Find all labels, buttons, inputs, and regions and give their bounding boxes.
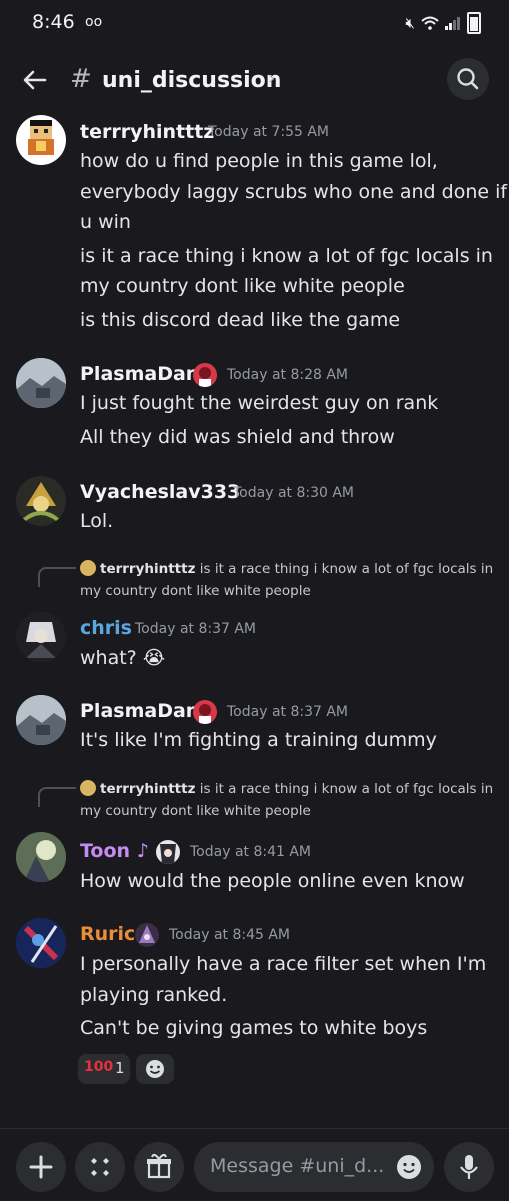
microphone-icon [460,1155,478,1179]
reply-avatar [80,780,96,796]
message-text: playing ranked. [80,984,228,1006]
avatar[interactable] [16,612,66,662]
reply-preview[interactable]: terrryhintttz is it a race thing i know … [80,558,493,602]
timestamp: Today at 8:37 AM [135,621,257,637]
reply-text: my country dont like white people [80,803,311,819]
status-icons: 🔇︎ [406,12,481,34]
author-name-text: Toon [80,840,131,862]
reply-text: is it a race thing i know a lot of fgc l… [199,781,494,797]
battery-icon [467,12,481,34]
wifi-icon [421,16,439,30]
timestamp: Today at 7:55 AM [208,124,330,140]
avatar[interactable] [16,358,66,408]
reaction-count: 1 [115,1059,125,1077]
message-text-content: what? [80,647,137,669]
timestamp: Today at 8:28 AM [227,367,349,383]
mute-icon: 🔇︎ [405,14,415,32]
status-bar: 8:46 oo 🔇︎ [0,0,509,48]
role-icon [135,923,159,947]
message-text: I personally have a race filter set when… [80,953,487,975]
reply-author: terrryhintttz [100,781,196,797]
composer: Message #uni_d... [0,1128,509,1201]
avatar[interactable] [16,695,66,745]
reply-spine [38,787,76,807]
avatar[interactable] [16,918,66,968]
avatar[interactable] [16,832,66,882]
message-text: is this discord dead like the game [80,309,401,331]
avatar[interactable] [16,476,66,526]
message-text: All they did was shield and throw [80,426,395,448]
message-text: I just fought the weirdest guy on rank [80,392,439,414]
gift-icon [147,1153,171,1179]
apps-icon [91,1158,109,1176]
reply-avatar [80,560,96,576]
timestamp: Today at 8:30 AM [233,485,355,501]
role-icon [156,840,180,864]
reply-author: terrryhintttz [100,561,196,577]
voice-button[interactable] [444,1142,494,1192]
message-input[interactable]: Message #uni_d... [194,1142,434,1192]
plus-button[interactable] [16,1142,66,1192]
reply-preview[interactable]: terrryhintttz is it a race thing i know … [80,778,493,822]
search-icon [457,68,479,90]
add-reaction-button[interactable] [136,1054,174,1084]
reply-spine [38,567,76,587]
message-text: how do u find people in this game lol, [80,150,438,172]
back-arrow-icon[interactable] [18,63,52,97]
message-text: u win [80,211,131,233]
message-text: Can't be giving games to white boys [80,1017,428,1039]
music-note-suffix: ♪ [136,840,149,862]
emoji-icon[interactable] [396,1154,422,1180]
message-text: everybody laggy scrubs who one and done … [80,181,508,203]
add-reaction-icon [146,1060,164,1078]
author-name[interactable]: Toon ♪ [80,840,149,862]
reaction-hundred[interactable]: 100 1 [78,1054,130,1084]
message-text: my country dont like white people [80,275,405,297]
message-text: what? 😭 [80,647,165,669]
author-name[interactable]: Vyacheslav333 [80,481,240,503]
message-text: It's like I'm fighting a training dummy [80,729,437,751]
author-name[interactable]: Ruric [80,923,135,945]
author-name[interactable]: PlasmaDan [80,700,199,722]
message-placeholder: Message #uni_d... [210,1155,385,1177]
author-name[interactable]: chris [80,617,132,639]
search-button[interactable] [447,58,489,100]
hundred-points-icon: 100 [84,1059,114,1075]
status-time: 8:46 [32,11,75,33]
chevron-right-icon[interactable]: › [268,68,275,89]
author-name[interactable]: terrryhintttz [80,121,214,143]
message-text: How would the people online even know [80,870,465,892]
loudly-crying-emoji: 😭 [142,647,166,669]
channel-name[interactable]: uni_discussion [102,68,281,93]
timestamp: Today at 8:37 AM [227,704,349,720]
channel-header: # uni_discussion › [0,48,509,112]
reply-text: my country dont like white people [80,583,311,599]
author-name[interactable]: PlasmaDan [80,363,199,385]
timestamp: Today at 8:41 AM [190,844,312,860]
timestamp: Today at 8:45 AM [169,927,291,943]
role-icon [193,700,217,724]
hash-icon: # [70,64,92,94]
message-text: is it a race thing i know a lot of fgc l… [80,245,493,267]
gift-button[interactable] [134,1142,184,1192]
avatar[interactable] [16,115,66,165]
voicemail-icon: oo [85,14,103,30]
plus-icon [29,1155,53,1179]
reply-text: is it a race thing i know a lot of fgc l… [199,561,494,577]
apps-button[interactable] [75,1142,125,1192]
message-list[interactable]: terrryhintttz Today at 7:55 AM how do u … [0,112,509,1122]
signal-icon [445,17,460,30]
role-icon [193,363,217,387]
message-text: Lol. [80,510,114,532]
